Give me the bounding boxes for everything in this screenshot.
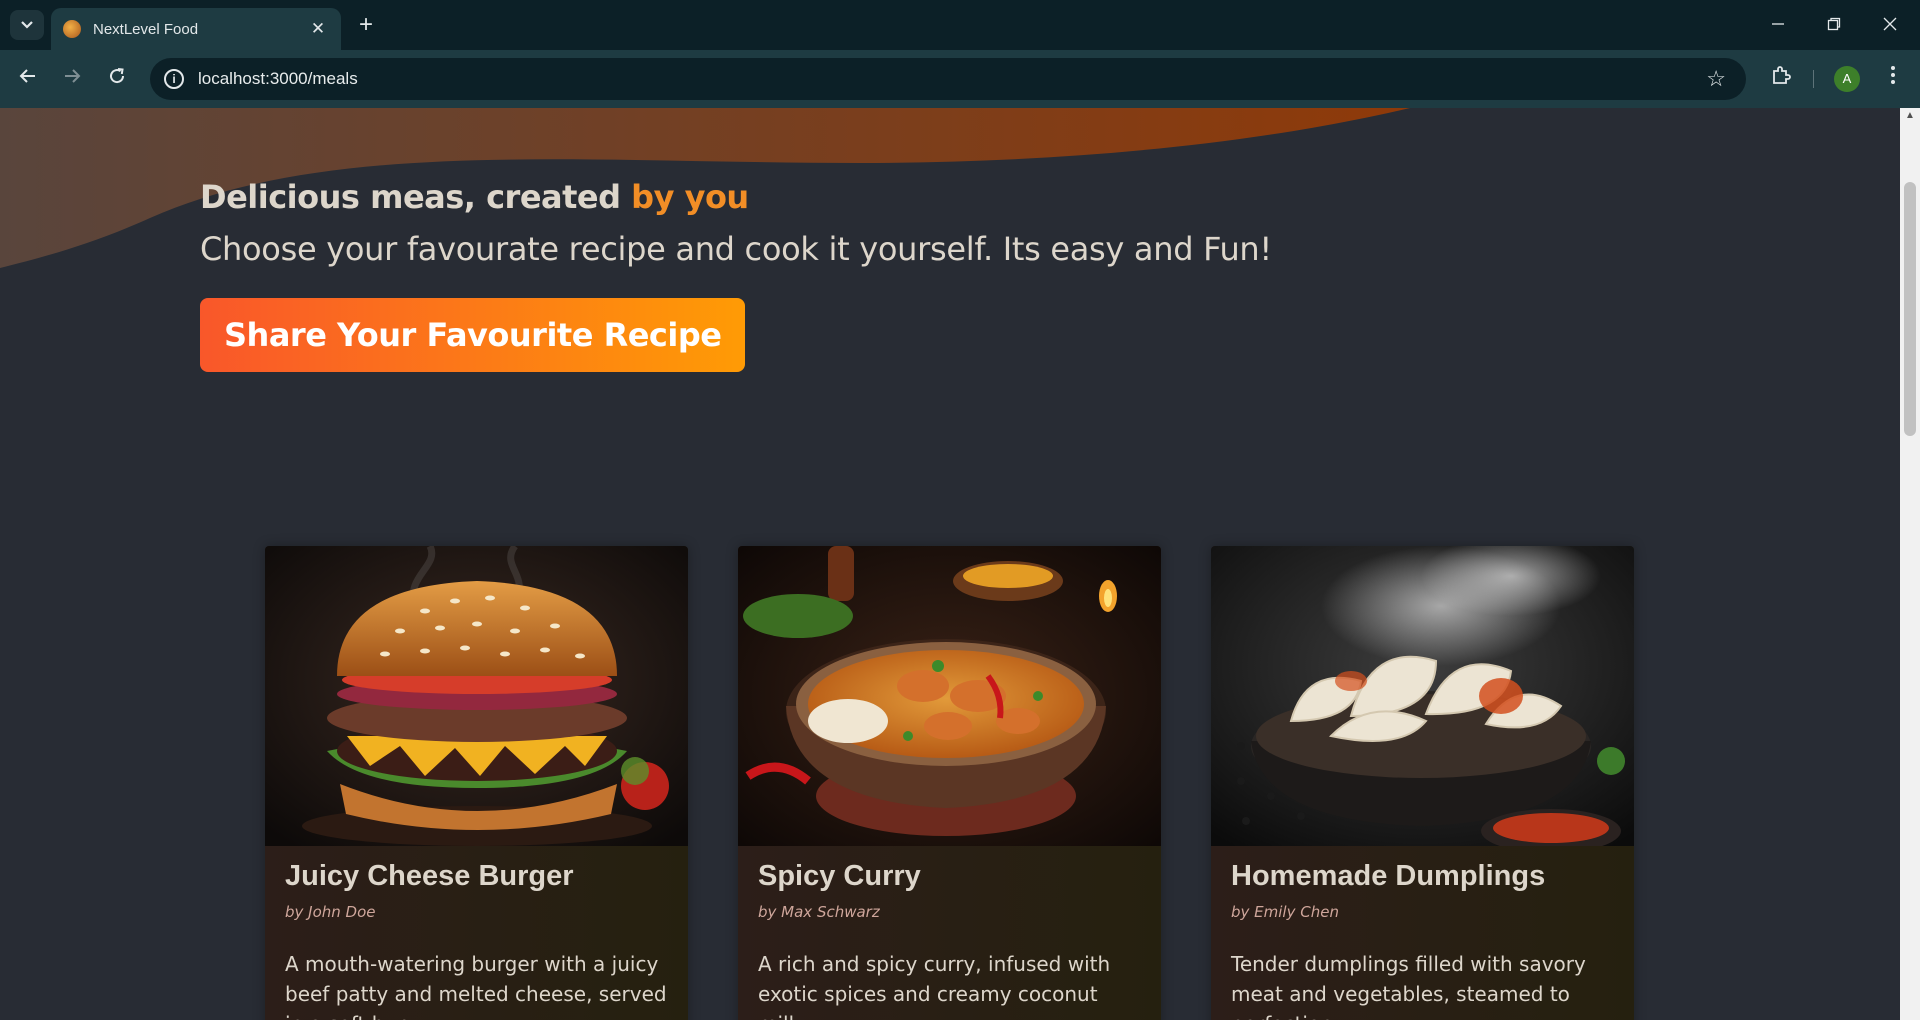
restore-window-button[interactable]	[1814, 12, 1854, 38]
arrow-right-icon	[65, 69, 81, 83]
profile-avatar[interactable]: A	[1834, 66, 1860, 92]
meal-author: by Emily Chen	[1231, 903, 1339, 921]
browser-menu-button[interactable]	[1878, 64, 1908, 94]
close-icon	[1883, 17, 1897, 31]
minimize-icon	[1772, 23, 1784, 25]
toolbar-divider	[1813, 70, 1814, 88]
curry-image[interactable]	[738, 546, 1161, 846]
arrow-left-icon	[19, 69, 35, 83]
page-title: Delicious meas, created by you	[200, 178, 1272, 216]
meal-author: by John Doe	[285, 903, 376, 921]
meal-summary: Tender dumplings filled with savory meat…	[1231, 952, 1586, 1020]
minimize-window-button[interactable]	[1758, 12, 1798, 38]
meal-card[interactable]: Juicy Cheese Burger by John Doe A mouth-…	[265, 546, 688, 1020]
bookmark-star-icon[interactable]: ☆	[1706, 66, 1726, 92]
meal-card[interactable]: Homemade Dumplings by Emily Chen Tender …	[1211, 546, 1634, 1020]
meal-author: by Max Schwarz	[758, 903, 880, 921]
browser-tab-bar: NextLevel Food ✕ +	[0, 0, 1920, 50]
meal-summary: A mouth-watering burger with a juicy bee…	[285, 952, 667, 1020]
meal-title[interactable]: Spicy Curry	[758, 860, 1141, 893]
hero-section: Delicious meas, created by you Choose yo…	[200, 178, 1272, 372]
meal-card[interactable]: Spicy Curry by Max Schwarz A rich and sp…	[738, 546, 1161, 1020]
address-bar[interactable]: i localhost:3000/meals ☆	[150, 58, 1746, 100]
meal-title[interactable]: Juicy Cheese Burger	[285, 860, 668, 893]
scroll-up-arrow-icon[interactable]: ▲	[1900, 110, 1920, 126]
restore-icon	[1827, 17, 1841, 31]
site-favicon-icon	[63, 20, 81, 38]
reload-icon	[110, 68, 125, 84]
browser-toolbar: i localhost:3000/meals ☆	[0, 50, 1920, 108]
site-info-icon[interactable]: i	[164, 69, 184, 89]
scrollbar-thumb[interactable]	[1904, 182, 1916, 436]
tab-search-button[interactable]	[10, 10, 44, 40]
more-vertical-icon	[1891, 66, 1895, 84]
chevron-down-icon	[21, 21, 33, 29]
close-tab-icon[interactable]: ✕	[307, 19, 329, 39]
meal-summary: A rich and spicy curry, infused with exo…	[758, 952, 1111, 1020]
reload-button[interactable]	[101, 63, 133, 95]
address-url[interactable]: localhost:3000/meals	[198, 69, 1706, 89]
title-main: Delicious meas, created	[200, 178, 632, 216]
meal-title[interactable]: Homemade Dumplings	[1231, 860, 1614, 893]
forward-button[interactable]	[56, 63, 88, 95]
browser-tab-active[interactable]: NextLevel Food ✕	[51, 8, 341, 50]
dumplings-image[interactable]	[1211, 546, 1634, 846]
page-subtitle: Choose your favourate recipe and cook it…	[200, 230, 1272, 268]
meal-card-body: Spicy Curry by Max Schwarz A rich and sp…	[738, 846, 1161, 1020]
meal-card-body: Homemade Dumplings by Emily Chen Tender …	[1211, 846, 1634, 1020]
close-window-button[interactable]	[1870, 12, 1910, 38]
new-tab-button[interactable]: +	[352, 12, 380, 38]
puzzle-icon	[1773, 66, 1791, 84]
tab-title: NextLevel Food	[93, 20, 199, 38]
meal-card-body: Juicy Cheese Burger by John Doe A mouth-…	[265, 846, 688, 1020]
burger-image[interactable]	[265, 546, 688, 846]
back-button[interactable]	[12, 63, 44, 95]
extensions-button[interactable]	[1766, 64, 1796, 94]
page-viewport: Delicious meas, created by you Choose yo…	[0, 108, 1900, 1020]
share-recipe-button[interactable]: Share Your Favourite Recipe	[200, 298, 746, 372]
page-scrollbar[interactable]: ▲	[1900, 108, 1920, 1020]
title-accent: by you	[631, 178, 749, 216]
